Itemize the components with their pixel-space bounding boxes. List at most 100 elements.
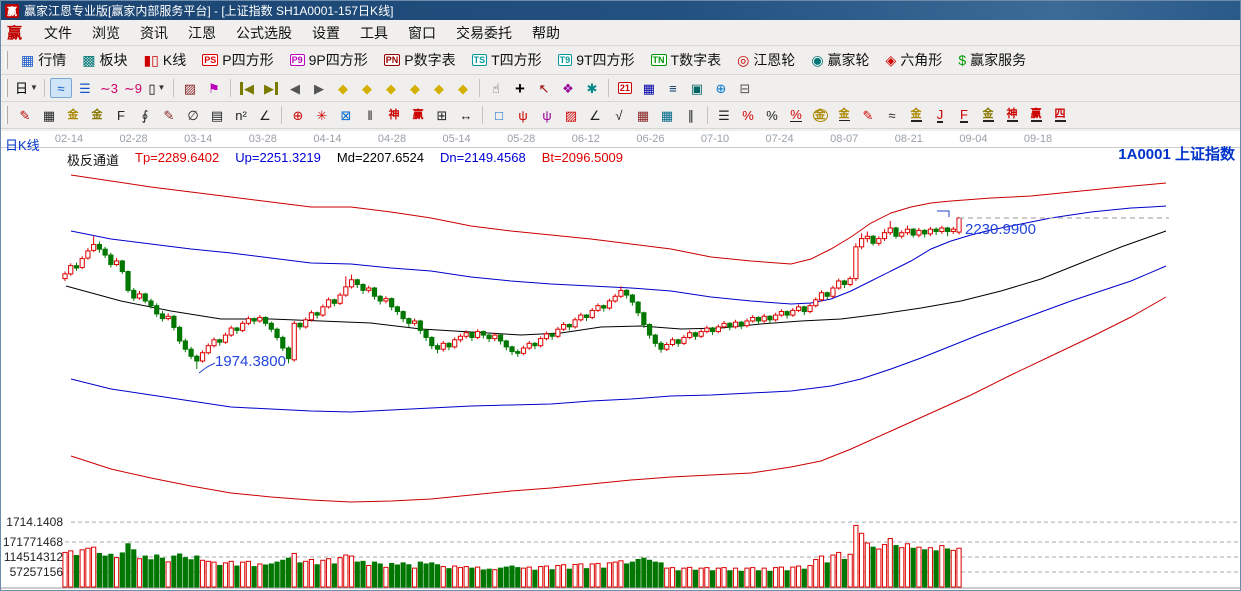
brush-tool[interactable]: ✎ <box>158 105 180 125</box>
zoom-full-button[interactable]: ◆ <box>452 78 474 98</box>
percent-levels-tool[interactable]: % <box>785 105 807 125</box>
trend-chart-button[interactable]: ≈ <box>50 78 72 98</box>
percent-tool[interactable]: % <box>761 105 783 125</box>
blue-grid-tool[interactable]: ▦ <box>656 105 678 125</box>
shen-angle-tool[interactable]: 神 <box>1001 105 1023 125</box>
number-grid-tool[interactable]: ⊞ <box>431 105 453 125</box>
next-bar-button[interactable]: ▶ <box>308 78 330 98</box>
gold-angle-tool[interactable]: 金 <box>905 105 927 125</box>
gann-box-tool[interactable]: ⊠ <box>335 105 357 125</box>
shift-right-button[interactable]: ◆ <box>356 78 378 98</box>
menu-item-trade-entrust[interactable]: 交易委托 <box>446 21 522 45</box>
p-square-button[interactable]: PSP四方形 <box>194 47 281 73</box>
n-square-tool[interactable]: n² <box>230 105 252 125</box>
calculator-button[interactable]: ▦ <box>638 78 660 98</box>
j-angle-tool[interactable]: J <box>929 105 951 125</box>
ying-angle-tool[interactable]: 赢 <box>1025 105 1047 125</box>
nine-t-square-button[interactable]: T99T四方形 <box>550 47 643 73</box>
dense-grid-tool[interactable]: ▤ <box>206 105 228 125</box>
volume-bar <box>636 559 640 587</box>
candle-style-dropdown[interactable]: ▯▼ <box>146 78 168 98</box>
menu-item-tools[interactable]: 工具 <box>350 21 398 45</box>
shen-grid-tool[interactable]: 神 <box>383 105 405 125</box>
gann-marker-button[interactable]: ❖ <box>557 78 579 98</box>
nine-p-square-button[interactable]: P99P四方形 <box>282 47 376 73</box>
hatch-box-tool[interactable]: ▨ <box>560 105 582 125</box>
histogram-tool[interactable]: ☰ <box>713 105 735 125</box>
slash-lines-tool[interactable]: ∥ <box>680 105 702 125</box>
crosshair-button[interactable]: + <box>509 78 531 98</box>
gann-grid-tool[interactable]: ▦ <box>38 105 60 125</box>
zoom-in-h-button[interactable]: ◆ <box>404 78 426 98</box>
circle-tool[interactable]: ∅ <box>182 105 204 125</box>
pan-hand-button[interactable]: ☝ <box>485 78 507 98</box>
market-quotes-button[interactable]: ▦行情 <box>13 47 74 73</box>
rect-tool[interactable]: □ <box>488 105 510 125</box>
ma3-button[interactable]: ∼3 <box>98 78 120 98</box>
gann-wheel-button[interactable]: ◎江恩轮 <box>729 47 803 73</box>
menu-item-help[interactable]: 帮助 <box>522 21 570 45</box>
zoom-in-button[interactable]: ◆ <box>428 78 450 98</box>
sectors-button[interactable]: ▩板块 <box>74 47 135 73</box>
menu-item-news[interactable]: 资讯 <box>130 21 178 45</box>
ma9-button[interactable]: ∼9 <box>122 78 144 98</box>
f-angle-tool[interactable]: F <box>953 105 975 125</box>
kline-button[interactable]: ▮▯K线 <box>135 47 194 73</box>
t-square-button[interactable]: TST四方形 <box>464 47 550 73</box>
gold-levels-tool[interactable]: 金 <box>833 105 855 125</box>
percent-line-tool[interactable]: % <box>737 105 759 125</box>
brush-flag-tool[interactable]: ✎ <box>857 105 879 125</box>
smart-analysis-button[interactable]: ✱ <box>581 78 603 98</box>
draw-pencil-tool[interactable]: ✎ <box>14 105 36 125</box>
red-grid-tool[interactable]: ▦ <box>632 105 654 125</box>
menu-item-formula-stock-pick[interactable]: 公式选股 <box>226 21 302 45</box>
print-button[interactable]: ⊟ <box>734 78 756 98</box>
title-bar[interactable]: 赢 赢家江恩专业版[赢家内部服务平台] - [上证指数 SH1A0001-157… <box>1 1 1240 20</box>
gold-angle2-tool[interactable]: 金 <box>977 105 999 125</box>
menu-item-browse[interactable]: 浏览 <box>82 21 130 45</box>
angle-lines-tool[interactable]: ∠ <box>584 105 606 125</box>
data-download-button[interactable]: ⊕ <box>710 78 732 98</box>
cursor-values-button[interactable]: ↖ <box>533 78 555 98</box>
f10-info-button[interactable]: ☰ <box>74 78 96 98</box>
tick-marks-tool[interactable]: ‖ <box>359 105 381 125</box>
gold-grid2-tool[interactable]: 金 <box>86 105 108 125</box>
winner-wheel-button[interactable]: ◉赢家轮 <box>803 47 877 73</box>
zoom-out-h-button[interactable]: ◆ <box>380 78 402 98</box>
fan-box-tool[interactable]: ψ <box>536 105 558 125</box>
first-bar-button[interactable]: ◀ <box>236 78 258 98</box>
kline-canvas[interactable] <box>1 131 1241 591</box>
wave-tool[interactable]: ≈ <box>881 105 903 125</box>
check-lines-tool[interactable]: √ <box>608 105 630 125</box>
hexagon-button[interactable]: ◈六角形 <box>878 47 951 73</box>
save-button[interactable]: ▣ <box>686 78 708 98</box>
h-extend-tool[interactable]: ↔ <box>455 105 477 125</box>
p-digit-table-button[interactable]: PNP数字表 <box>376 47 464 73</box>
winner-service-button[interactable]: $赢家服务 <box>950 47 1034 73</box>
si-angle-tool[interactable]: 四 <box>1049 105 1071 125</box>
t-digit-table-button[interactable]: TNT数字表 <box>643 47 730 73</box>
spiral-tool[interactable]: ∮ <box>134 105 156 125</box>
last-bar-button[interactable]: ▶ <box>260 78 282 98</box>
prev-bar-button[interactable]: ◀ <box>284 78 306 98</box>
gold-circle-tool[interactable]: 金 <box>809 105 831 125</box>
shift-left-button[interactable]: ◆ <box>332 78 354 98</box>
calendar-button[interactable]: 21 <box>614 78 636 98</box>
period-day-dropdown[interactable]: 日▼ <box>14 78 39 98</box>
volume-bar <box>155 555 159 587</box>
menu-item-settings[interactable]: 设置 <box>302 21 350 45</box>
kline-chart-area[interactable]: 02-1402-2803-1403-2804-1404-2805-1405-28… <box>1 131 1240 590</box>
fib-grid-tool[interactable]: F <box>110 105 132 125</box>
menu-item-gann[interactable]: 江恩 <box>178 21 226 45</box>
gold-grid-tool[interactable]: 金 <box>62 105 84 125</box>
ying-grid-tool[interactable]: 赢 <box>407 105 429 125</box>
zone-button[interactable]: ▨ <box>179 78 201 98</box>
notes-button[interactable]: ≡ <box>662 78 684 98</box>
gann-web-tool[interactable]: ✳ <box>311 105 333 125</box>
menu-item-window[interactable]: 窗口 <box>398 21 446 45</box>
gann-circle-tool[interactable]: ⊕ <box>287 105 309 125</box>
fan-lines-tool[interactable]: ψ <box>512 105 534 125</box>
menu-item-file[interactable]: 文件 <box>34 21 82 45</box>
flag-marker-button[interactable]: ⚑ <box>203 78 225 98</box>
angle-tool[interactable]: ∠ <box>254 105 276 125</box>
